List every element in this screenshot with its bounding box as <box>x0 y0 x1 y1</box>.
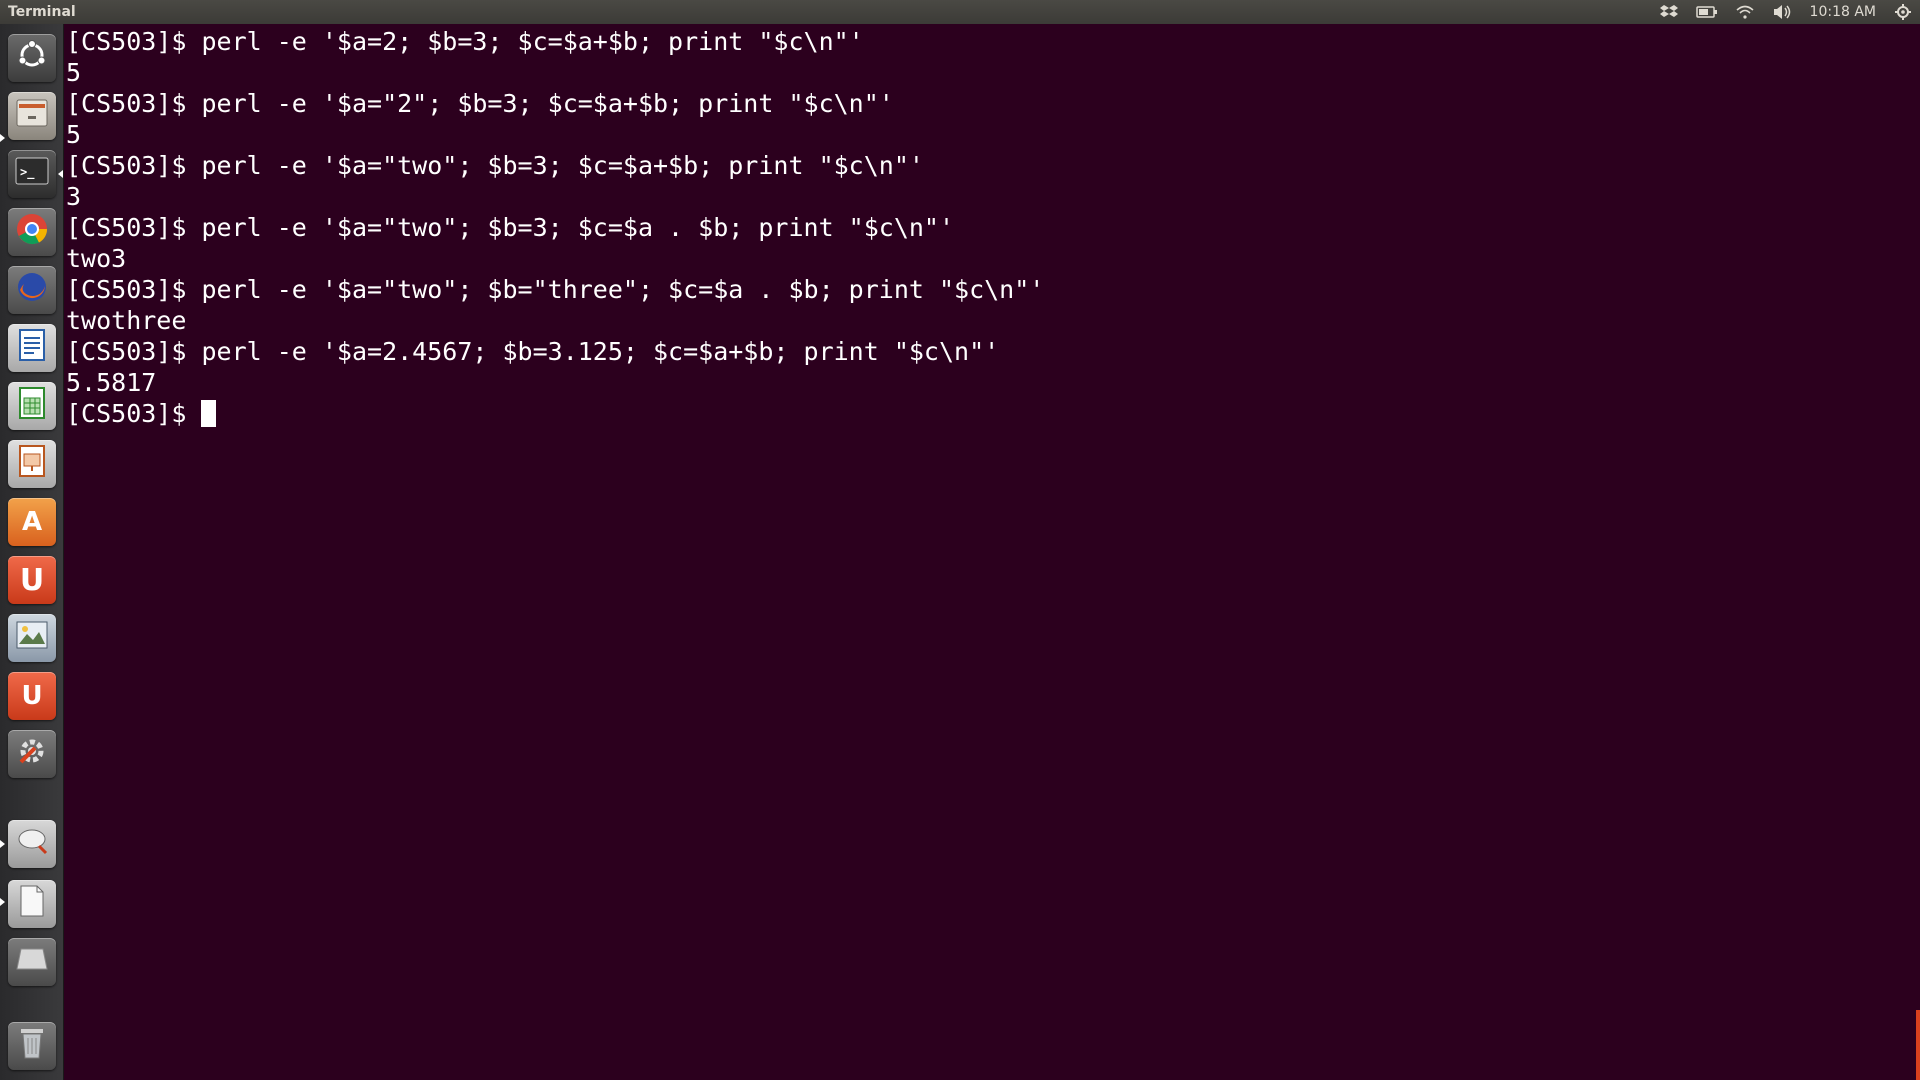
launcher-chrome[interactable] <box>8 208 56 256</box>
terminal-output-line: 5 <box>66 120 82 149</box>
terminal-command-line: [CS503]$ perl -e '$a="two"; $b="three"; … <box>66 275 1045 304</box>
launcher-dash-home[interactable] <box>8 34 56 82</box>
launcher-text-editor[interactable] <box>8 880 56 928</box>
terminal-output-line: twothree <box>66 306 187 335</box>
volume-icon[interactable] <box>1772 3 1792 21</box>
svg-text:>_: >_ <box>20 165 35 180</box>
terminal-command-line: [CS503]$ perl -e '$a="two"; $b=3; $c=$a … <box>66 213 955 242</box>
launcher-ubuntu-one[interactable]: U <box>8 556 56 604</box>
launcher-drive[interactable] <box>8 938 56 986</box>
terminal-window[interactable]: [CS503]$ perl -e '$a=2; $b=3; $c=$a+$b; … <box>66 24 1920 1080</box>
image-viewer-icon <box>15 620 49 656</box>
launcher: >_ A U U <box>0 24 64 1080</box>
drive-icon <box>15 945 49 979</box>
launcher-software-center[interactable]: A <box>8 498 56 546</box>
calc-spreadsheet-icon <box>18 386 46 426</box>
launcher-system-settings[interactable] <box>8 730 56 778</box>
launcher-terminal-running-indicator <box>0 134 5 142</box>
trash-icon <box>18 1026 46 1066</box>
wifi-icon[interactable] <box>1736 3 1754 21</box>
terminal-cursor <box>201 400 217 427</box>
launcher-ubuntu-one-music[interactable]: U <box>8 672 56 720</box>
launcher-active-indicator <box>58 170 63 178</box>
terminal-command-line: [CS503]$ perl -e '$a="2"; $b=3; $c=$a+$b… <box>66 89 894 118</box>
terminal-output-line: 3 <box>66 182 82 211</box>
terminal-icon: >_ <box>15 157 49 191</box>
launcher-files[interactable] <box>8 92 56 140</box>
launcher-image-viewer[interactable] <box>8 614 56 662</box>
disk-icon <box>15 826 49 862</box>
launcher-libreoffice-impress[interactable] <box>8 440 56 488</box>
launcher-editor-running-indicator <box>0 898 5 906</box>
chrome-icon <box>15 212 49 252</box>
terminal-output-line: two3 <box>66 244 127 273</box>
indicator-area: 10:18 AM <box>1659 3 1912 21</box>
launcher-disk-running-indicator <box>0 840 5 848</box>
terminal-command-line: [CS503]$ perl -e '$a=2; $b=3; $c=$a+$b; … <box>66 27 864 56</box>
impress-presentation-icon <box>18 444 46 484</box>
file-cabinet-icon <box>15 98 49 134</box>
launcher-disk-utility[interactable] <box>8 820 56 868</box>
system-settings-icon <box>15 734 49 774</box>
window-title: Terminal <box>8 4 76 20</box>
terminal-prompt-line[interactable]: [CS503]$ <box>66 398 1920 429</box>
dropbox-icon[interactable] <box>1659 3 1678 21</box>
terminal-output-line: 5.5817 <box>66 368 157 397</box>
terminal-command-line: [CS503]$ perl -e '$a="two"; $b=3; $c=$a+… <box>66 151 924 180</box>
window-edge-accent <box>1916 1010 1920 1080</box>
power-gear-icon[interactable] <box>1894 3 1912 21</box>
launcher-trash[interactable] <box>8 1022 56 1070</box>
ubuntu-one-music-icon: U <box>21 681 43 711</box>
terminal-output-line: 5 <box>66 58 82 87</box>
launcher-firefox[interactable] <box>8 266 56 314</box>
writer-document-icon <box>18 328 46 368</box>
software-center-icon: A <box>21 507 43 537</box>
ubuntu-one-icon: U <box>19 562 45 598</box>
battery-icon[interactable] <box>1695 3 1718 21</box>
terminal-prompt: [CS503]$ <box>66 399 202 428</box>
terminal-command-line: [CS503]$ perl -e '$a=2.4567; $b=3.125; $… <box>66 337 1000 366</box>
clock[interactable]: 10:18 AM <box>1810 3 1876 21</box>
launcher-libreoffice-writer[interactable] <box>8 324 56 372</box>
launcher-terminal[interactable]: >_ <box>8 150 56 198</box>
ubuntu-logo-icon <box>16 39 48 77</box>
blank-document-icon <box>18 884 46 924</box>
firefox-icon <box>15 270 49 310</box>
launcher-libreoffice-calc[interactable] <box>8 382 56 430</box>
top-panel: Terminal 10:18 AM <box>0 0 1920 24</box>
